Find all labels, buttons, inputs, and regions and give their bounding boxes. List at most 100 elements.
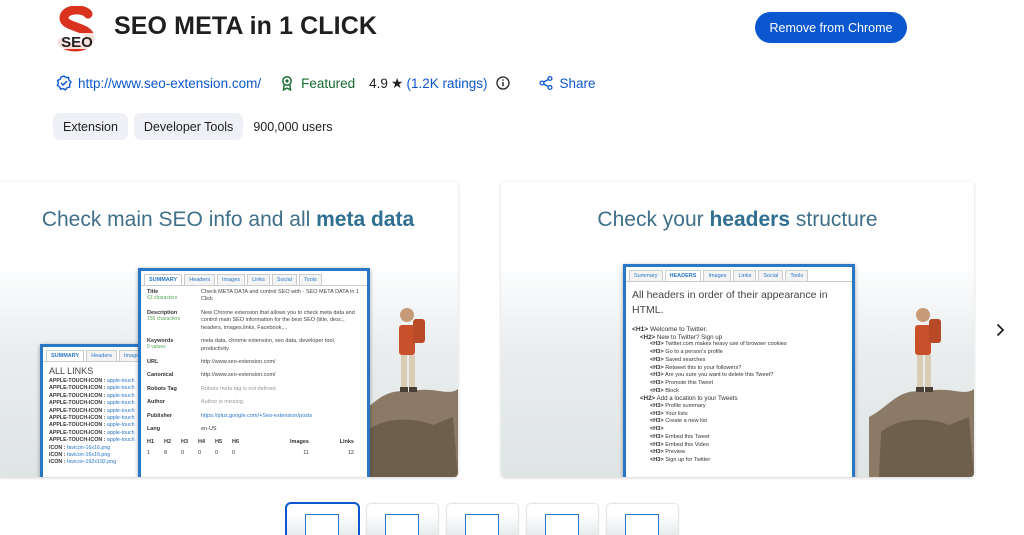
extension-title: SEO META in 1 CLICK — [114, 12, 378, 40]
logo-text: SEO — [61, 34, 93, 51]
featured-ribbon-icon — [279, 75, 295, 91]
header-line: <H3> Embed this Tweet — [650, 433, 710, 440]
summary-panel: SUMMARY Headers Images Links Social Tool… — [138, 268, 370, 477]
slide-1-heading-text: Check main SEO info and all — [41, 208, 311, 231]
summary-field-author: Author Author is missing. — [147, 399, 245, 406]
header-line: <H3> Go to a person's profile — [650, 349, 723, 356]
header-line: <H3> Preview — [650, 449, 686, 456]
hp-tab-social: Social — [758, 270, 784, 281]
summary-tab-tools: Tools — [298, 274, 322, 285]
summary-field-url: URL http://www.seo-extension.com/ — [147, 358, 276, 365]
slide-1-heading-bold: meta data — [316, 208, 415, 231]
header-line: <H3> Are you sure you want to delete thi… — [650, 372, 774, 379]
hp-tab-links: Links — [733, 270, 757, 281]
headers-intro-text: All headers in order of their appearance… — [632, 289, 828, 316]
hp-tab-summary: Summary — [629, 270, 663, 281]
link-line: APPLE-TOUCH-ICON : apple-touch — [49, 422, 135, 429]
link-line: APPLE-TOUCH-ICON : apple-touch — [49, 415, 135, 422]
thumbnail-4[interactable] — [527, 504, 598, 535]
meta-row: http://www.seo-extension.com/ Featured 4… — [56, 72, 596, 94]
rating-value: 4.9 — [369, 75, 388, 91]
chip-developer-tools[interactable]: Developer Tools — [133, 113, 244, 140]
header-line: <H3> Sign up for Twitter — [650, 456, 711, 463]
slide-2-heading: Check your headers structure — [597, 208, 878, 231]
header-line: <H3> Create a new list — [650, 418, 707, 425]
rating: 4.9 ★ (1.2K ratings) — [369, 74, 510, 92]
extension-detail-page: SEO SEO META in 1 CLICK Remove from Chro… — [0, 0, 1024, 535]
link-line: APPLE-TOUCH-ICON : apple-touch — [49, 392, 135, 399]
hp-tab-images: Images — [703, 270, 732, 281]
thumbnail-1[interactable] — [285, 502, 360, 535]
links-tab-headers: Headers — [86, 350, 118, 361]
summary-tab-headers: Headers — [184, 274, 216, 285]
screenshot-thumbnails — [285, 502, 678, 535]
hp-tab-tools: Tools — [785, 270, 809, 281]
all-links-title: ALL LINKS — [49, 366, 94, 376]
summary-field-description: Description 156 characters New Chrome ext… — [147, 309, 355, 331]
header-line: <H1> Welcome to Twitter. — [632, 326, 708, 333]
header-line: <H3> — [650, 426, 664, 433]
info-icon[interactable] — [495, 76, 510, 90]
summary-tab-summary: SUMMARY — [144, 274, 183, 285]
share-icon — [538, 75, 554, 91]
link-line: APPLE-TOUCH-ICON : apple-touch — [49, 437, 135, 444]
header-line: <H2> Add a location to your Tweets — [640, 395, 738, 403]
header-line: <H3> Retweet this to your followers? — [650, 364, 742, 371]
website-link[interactable]: http://www.seo-extension.com/ — [78, 76, 261, 91]
category-chips: Extension Developer Tools 900,000 users — [53, 113, 333, 140]
header-line: <H3> Profile summary — [650, 403, 706, 410]
summary-field-keywords: Keywords 5 values meta data, chrome exten… — [147, 338, 336, 352]
links-panel-tabs: SUMMARY Headers Images — [43, 347, 145, 362]
link-line: APPLE-TOUCH-ICON : apple-touch — [49, 400, 135, 407]
featured-badge: Featured — [279, 75, 355, 91]
header-line: <H3> Promote this Tweet — [650, 379, 714, 386]
user-count: 900,000 users — [253, 119, 333, 134]
header-line: <H2> New to Twitter? Sign up — [640, 333, 723, 341]
share-button[interactable]: Share — [538, 75, 596, 91]
summary-tab-links: Links — [247, 274, 270, 285]
hp-tab-headers: HEADERS — [664, 270, 702, 281]
header-line: <H3> Twitter.com makes heavy use of brow… — [650, 341, 787, 348]
seo-logo-icon: SEO — [55, 6, 99, 52]
all-links-panel: SUMMARY Headers Images ALL LINKS APPLE-T… — [40, 344, 148, 477]
hiker-illustration — [869, 308, 974, 477]
ratings-count-link[interactable]: (1.2K ratings) — [406, 76, 487, 91]
verified-badge-icon — [56, 75, 72, 91]
summary-panel-tabs: SUMMARY Headers Images Links Social Tool… — [141, 271, 367, 286]
link-line: ICON : favicon-16x16.png — [49, 444, 111, 451]
link-line: ICON : favicon-16x16.png — [49, 452, 111, 459]
star-icon: ★ — [390, 74, 404, 91]
summary-field-canonical: Canonical http://www.seo-extension.com/ — [147, 372, 276, 379]
remove-from-chrome-button[interactable]: Remove from Chrome — [755, 12, 907, 43]
screenshot-slide-1[interactable]: Check main SEO info and all meta data SU… — [0, 182, 458, 477]
header-line: <H3> Block — [650, 387, 679, 394]
headers-panel: Summary HEADERS Images Links Social Tool… — [623, 264, 855, 477]
thumbnail-3[interactable] — [447, 504, 518, 535]
header-line: <H3> Embed this Video — [650, 441, 709, 448]
headers-panel-tabs: Summary HEADERS Images Links Social Tool… — [626, 267, 852, 282]
summary-tab-images: Images — [217, 274, 246, 285]
chip-extension[interactable]: Extension — [53, 113, 128, 140]
summary-field-robots: Robots Tag Robots meta tag is not define… — [147, 385, 278, 392]
summary-field-title: Title 63 characters Check META DATA and c… — [147, 289, 360, 303]
link-line: APPLE-TOUCH-ICON : apple-touch — [49, 378, 135, 384]
link-line: ICON : favicon-192x192.png — [49, 459, 117, 466]
summary-field-lang: Lang en-US — [147, 426, 217, 433]
summary-field-publisher: Publisher https://plus.google.com/+Seo-e… — [147, 412, 313, 419]
slide-1-heading: Check main SEO info and all meta data — [0, 208, 458, 232]
link-line: APPLE-TOUCH-ICON : apple-touch — [49, 429, 135, 436]
link-line: APPLE-TOUCH-ICON : apple-touch — [49, 385, 135, 392]
headers-count-value-row: 180000 11 12 — [147, 450, 354, 457]
header-line: <H3> Saved searches — [650, 356, 706, 363]
header-line: <H3> Your lists — [650, 410, 688, 417]
share-label: Share — [559, 75, 596, 91]
chevron-right-icon[interactable] — [992, 322, 1008, 338]
screenshot-slide-2[interactable]: Check your headers structure Summary HEA… — [501, 182, 974, 477]
headers-count-header-row: H1 H2 H3 H4 H5 H6 Images Links — [147, 439, 354, 446]
featured-label: Featured — [301, 75, 356, 91]
thumbnail-5[interactable] — [607, 504, 678, 535]
links-tab-summary: SUMMARY — [46, 350, 85, 361]
summary-tab-social: Social — [271, 274, 297, 285]
link-line: APPLE-TOUCH-ICON : apple-touch — [49, 407, 135, 414]
thumbnail-2[interactable] — [367, 504, 438, 535]
